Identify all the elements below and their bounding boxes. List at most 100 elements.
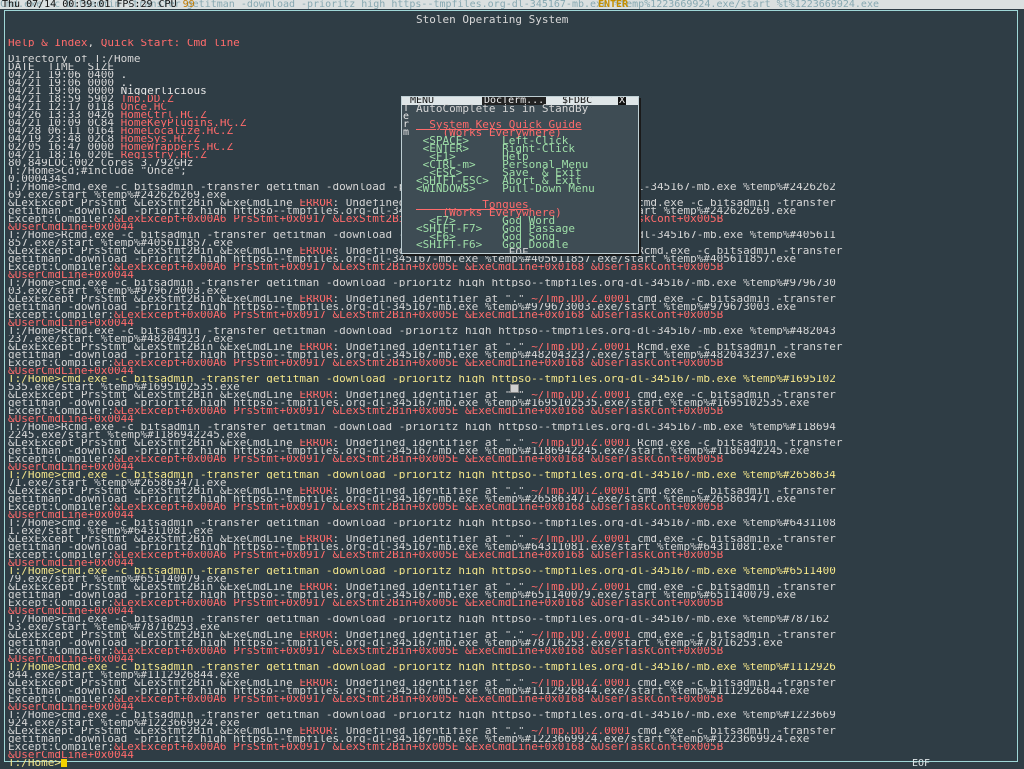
file-link[interactable]: ~/Tmp.DD.Z.0001 <box>531 679 630 687</box>
popup-close-button[interactable]: X <box>618 97 627 106</box>
trace-link[interactable]: &LexStmt2Bin+0x005E <box>333 263 459 271</box>
file-link[interactable]: ~/Tmp.DD.Z.0001 <box>531 535 630 543</box>
file-link[interactable]: ~/Tmp.DD.Z.0001 <box>531 439 630 447</box>
file-link[interactable]: . <box>121 71 128 79</box>
text-cursor[interactable] <box>60 759 67 767</box>
trace-link[interactable]: &ExeCmdLine+0x0168 <box>465 599 584 607</box>
trace-link[interactable]: &LexStmt2Bin+0x005E <box>333 599 459 607</box>
trace-link[interactable]: &UserCmdLine+0x0044 <box>8 511 134 519</box>
trace-link[interactable]: &LexStmt2Bin+0x005E <box>333 407 459 415</box>
trace-link[interactable]: PrsStmt+0x0917 <box>233 359 326 367</box>
trace-link[interactable]: &ExeCmdLine+0x0168 <box>465 311 584 319</box>
entry-meta: 04/21 19:06 0000 <box>8 87 121 95</box>
trace-link[interactable]: &ExeCmdLine+0x0168 <box>465 407 584 415</box>
trace-link[interactable]: &LexExcept+0x00A6 <box>114 503 227 511</box>
file-link[interactable]: ~/Tmp.DD.Z.0001 <box>531 295 630 303</box>
trace-link[interactable]: &ExeCmdLine+0x0168 <box>465 743 584 751</box>
trace-link[interactable]: &UserCmdLine+0x0044 <box>8 319 134 327</box>
trace-link[interactable]: &LexStmt2Bin+0x005E <box>333 359 459 367</box>
key-row[interactable]: <WINDOWS> Pull-Down Menu <box>416 183 636 194</box>
help-index-link[interactable]: Help & Index <box>8 39 87 47</box>
trace-link[interactable]: &ExeCmdLine+0x0168 <box>465 647 584 655</box>
trace-link[interactable]: &LexStmt2Bin+0x005E <box>333 647 459 655</box>
quick-start-link[interactable]: Quick Start: Cmd line <box>101 39 240 47</box>
system-status-text: Thu 07/14 00:39:01 FPS:29 CPU 99 <box>2 0 195 9</box>
trace-link[interactable]: &ExeCmdLine+0x0168 <box>465 263 584 271</box>
trace-link[interactable]: &UserCmdLine+0x0044 <box>8 559 134 567</box>
trace-link[interactable]: PrsStmt+0x0917 <box>233 311 326 319</box>
trace-link[interactable]: &UserCmdLine+0x0044 <box>8 463 134 471</box>
trace-link[interactable]: &LexExcept+0x00A6 <box>114 311 227 319</box>
trace-link[interactable]: &LexExcept+0x00A6 <box>114 599 227 607</box>
trace-link[interactable]: &UserTaskCont+0x005B <box>591 263 723 271</box>
error-label: ERROR <box>299 439 333 447</box>
trace-link[interactable]: &ExeCmdLine+0x0168 <box>465 695 584 703</box>
file-link[interactable]: ~/Tmp.DD.Z.0001 <box>531 631 630 639</box>
file-link[interactable]: ~/Tmp.DD.Z.0001 <box>531 727 630 735</box>
docterm-popup[interactable]: MENU DocTerm... $FDBC X Term AutoComplet… <box>401 96 639 254</box>
trace-link[interactable]: &ExeCmdLine+0x0168 <box>465 551 584 559</box>
trace-link[interactable]: &LexExcept+0x00A6 <box>114 407 227 415</box>
file-link[interactable]: .. <box>121 79 134 87</box>
trace-link[interactable]: &LexStmt2Bin+0x005E <box>333 551 459 559</box>
file-link[interactable]: HomeSys.HC.Z <box>121 135 200 143</box>
trace-link[interactable]: &UserTaskCont+0x005B <box>591 503 723 511</box>
file-link[interactable]: HomeKeyPlugins.HC.Z <box>121 119 247 127</box>
trace-link[interactable]: &UserTaskCont+0x005B <box>591 407 723 415</box>
file-link[interactable]: Niggerlicious <box>121 87 207 95</box>
trace-link[interactable]: PrsStmt+0x0917 <box>233 407 326 415</box>
trace-link[interactable]: &LexStmt2Bin+0x005E <box>333 311 459 319</box>
trace-link[interactable]: &UserCmdLine+0x0044 <box>8 703 134 711</box>
file-link[interactable]: ~/Tmp.DD.Z.0001 <box>531 487 630 495</box>
trace-link[interactable]: &UserTaskCont+0x005B <box>591 647 723 655</box>
trace-link[interactable]: PrsStmt+0x0917 <box>233 263 326 271</box>
file-link[interactable]: Tmp.DD.Z <box>121 95 174 103</box>
trace-link[interactable]: PrsStmt+0x0917 <box>233 599 326 607</box>
trace-link[interactable]: &LexExcept+0x00A6 <box>114 647 227 655</box>
trace-link[interactable]: &LexExcept+0x00A6 <box>114 455 227 463</box>
trace-link[interactable]: &ExeCmdLine+0x0168 <box>465 455 584 463</box>
trace-link[interactable]: &LexStmt2Bin+0x005E <box>333 743 459 751</box>
trace-link[interactable]: &UserCmdLine+0x0044 <box>8 367 134 375</box>
trace-link[interactable]: &ExeCmdLine+0x0168 <box>465 359 584 367</box>
file-link[interactable]: ~/Tmp.DD.Z.0001 <box>531 583 630 591</box>
trace-link[interactable]: &UserTaskCont+0x005B <box>591 311 723 319</box>
trace-link[interactable]: &LexStmt2Bin+0x005E <box>333 695 459 703</box>
trace-link[interactable]: PrsStmt+0x0917 <box>233 503 326 511</box>
trace-link[interactable]: &UserTaskCont+0x005B <box>591 359 723 367</box>
trace-link[interactable]: &LexExcept+0x00A6 <box>114 695 227 703</box>
trace-link[interactable]: &UserCmdLine+0x0044 <box>8 415 134 423</box>
file-link[interactable]: HomeCtrl.HC.Z <box>121 111 207 119</box>
trace-link[interactable]: &UserCmdLine+0x0044 <box>8 655 134 663</box>
file-link[interactable]: HomeLocalize.HC.Z <box>121 127 234 135</box>
file-link[interactable]: ~/Tmp.DD.Z.0001 <box>531 391 630 399</box>
sep <box>458 503 465 511</box>
trace-link[interactable]: &UserCmdLine+0x0044 <box>8 607 134 615</box>
trace-link[interactable]: PrsStmt+0x0917 <box>233 551 326 559</box>
trace-link[interactable]: PrsStmt+0x0917 <box>233 743 326 751</box>
file-link[interactable]: ~/Tmp.DD.Z.0001 <box>531 343 630 351</box>
file-link[interactable]: Registry.HC.Z <box>121 151 207 159</box>
trace-link[interactable]: PrsStmt+0x0917 <box>233 215 326 223</box>
trace-link[interactable]: &LexExcept+0x00A6 <box>114 743 227 751</box>
trace-link[interactable]: &UserTaskCont+0x005B <box>591 695 723 703</box>
trace-link[interactable]: &ExeCmdLine+0x0168 <box>465 503 584 511</box>
trace-link[interactable]: &LexExcept+0x00A6 <box>114 551 227 559</box>
trace-link[interactable]: &LexExcept+0x00A6 <box>114 263 227 271</box>
trace-link[interactable]: &UserCmdLine+0x0044 <box>8 223 134 231</box>
trace-link[interactable]: &LexStmt2Bin+0x005E <box>333 455 459 463</box>
trace-link[interactable]: PrsStmt+0x0917 <box>233 455 326 463</box>
trace-link[interactable]: &LexExcept+0x00A6 <box>114 359 227 367</box>
trace-link[interactable]: &UserCmdLine+0x0044 <box>8 751 134 759</box>
trace-link[interactable]: &LexExcept+0x00A6 <box>114 215 227 223</box>
trace-link[interactable]: PrsStmt+0x0917 <box>233 695 326 703</box>
trace-link[interactable]: PrsStmt+0x0917 <box>233 647 326 655</box>
file-link[interactable]: Once.HC <box>121 103 167 111</box>
trace-link[interactable]: &UserCmdLine+0x0044 <box>8 271 134 279</box>
trace-link[interactable]: &UserTaskCont+0x005B <box>591 455 723 463</box>
trace-link[interactable]: &LexStmt2Bin+0x005E <box>333 503 459 511</box>
trace-link[interactable]: &UserTaskCont+0x005B <box>591 599 723 607</box>
file-link[interactable]: HomeWrappers.HC.Z <box>121 143 234 151</box>
trace-link[interactable]: &UserTaskCont+0x005B <box>591 743 723 751</box>
trace-link[interactable]: &UserTaskCont+0x005B <box>591 551 723 559</box>
